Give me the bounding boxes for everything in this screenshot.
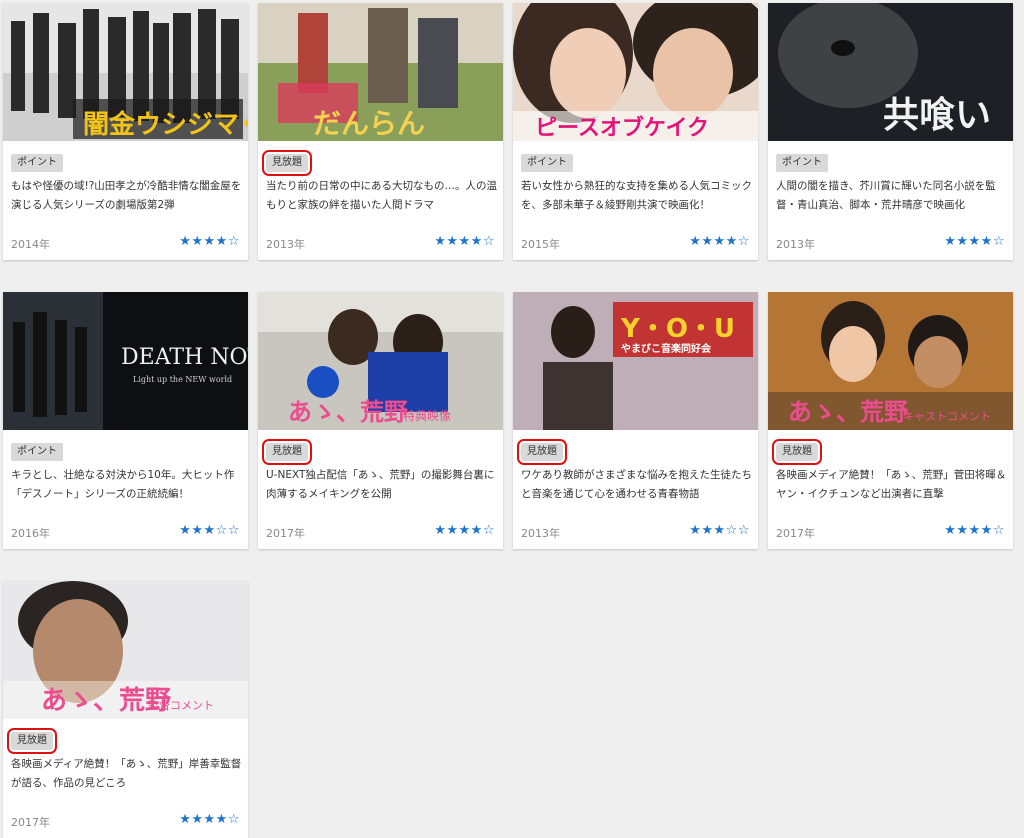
thumbnail-art: あゝ、荒野 キャストコメント: [768, 292, 1013, 430]
thumbnail-title: あゝ、荒野: [288, 397, 408, 426]
title-card[interactable]: DEATH NOTE Light up the NEW world ポイント キ…: [3, 292, 248, 549]
badge-unlimited: 見放題: [262, 150, 312, 176]
thumbnail-art: DEATH NOTE Light up the NEW world: [3, 292, 248, 430]
release-year: 2014年: [11, 238, 50, 251]
badge-unlimited: 見放題: [772, 439, 822, 465]
description: 各映画メディア絶賛！「あゝ、荒野」菅田将暉＆ヤン・イクチュンなど出演者に直撃: [776, 469, 1007, 500]
thumbnail-subtitle: 特典映像: [403, 408, 451, 423]
thumbnail[interactable]: あゝ、荒野 キャストコメント: [768, 292, 1013, 430]
thumbnail-title: 闇金ウシジマくん Part2: [83, 109, 248, 140]
thumbnail-art: あゝ、荒野 監督コメント: [3, 581, 248, 719]
title-card[interactable]: Y・O・U やまびこ音楽同好会 見放題 ワケあり教師がさまざまな悩みを抱えた生徒…: [513, 292, 758, 549]
badge-point: ポイント: [521, 154, 573, 172]
thumbnail[interactable]: あゝ、荒野 監督コメント: [3, 581, 248, 719]
rating-stars: ★★★★☆: [434, 234, 495, 249]
description: 若い女性から熱狂的な支持を集める人気コミックを、多部未華子＆綾野剛共演で映画化！: [521, 180, 752, 211]
thumbnail[interactable]: だんらん: [258, 3, 503, 141]
description: 当たり前の日常の中にある大切なもの…。人の温もりと家族の絆を描いた人間ドラマ: [266, 180, 497, 211]
description: キラとし、壮絶なる対決から10年。大ヒット作「デスノート」シリーズの正統続編！: [11, 469, 235, 500]
thumbnail-subtitle: キャストコメント: [903, 410, 991, 423]
badge-point: ポイント: [11, 154, 63, 172]
title-card[interactable]: 共喰い ポイント 人間の闇を描き、芥川賞に輝いた同名小説を監督・青山真治、脚本・…: [768, 3, 1013, 260]
release-year: 2016年: [11, 527, 50, 540]
description: U-NEXT独占配信「あゝ、荒野」の撮影舞台裏に肉薄するメイキングを公開: [266, 469, 495, 500]
thumbnail-title: 共喰い: [883, 94, 991, 136]
release-year: 2015年: [521, 238, 560, 251]
badge-unlimited: 見放題: [7, 728, 57, 754]
thumbnail[interactable]: あゝ、荒野 特典映像: [258, 292, 503, 430]
description: 各映画メディア絶賛！「あゝ、荒野」岸善幸監督が語る、作品の見どころ: [11, 758, 242, 789]
thumbnail-art: ピースオブケイク: [513, 3, 758, 141]
rating-stars: ★★★★☆: [944, 523, 1005, 538]
title-card[interactable]: あゝ、荒野 監督コメント 見放題 各映画メディア絶賛！「あゝ、荒野」岸善幸監督が…: [3, 581, 248, 838]
thumbnail-art: 闇金ウシジマくん Part2: [3, 3, 248, 141]
thumbnail[interactable]: ピースオブケイク: [513, 3, 758, 141]
thumbnail-subtitle: やまびこ音楽同好会: [621, 342, 711, 355]
thumbnail-title: あゝ、荒野: [788, 397, 908, 426]
description: もはや怪優の域!?山田孝之が冷酷非情な闇金屋を演じる人気シリーズの劇場版第2弾: [11, 180, 242, 211]
thumbnail-title: ピースオブケイク: [535, 115, 709, 141]
thumbnail-title: だんらん: [313, 107, 425, 140]
release-year: 2017年: [266, 527, 305, 540]
release-year: 2013年: [266, 238, 305, 251]
title-card[interactable]: だんらん 見放題 当たり前の日常の中にある大切なもの…。人の温もりと家族の絆を描…: [258, 3, 503, 260]
rating-stars: ★★★★☆: [179, 812, 240, 827]
description: ワケあり教師がさまざまな悩みを抱えた生徒たちと音楽を通じて心を通わせる青春物語: [521, 469, 752, 500]
thumbnail[interactable]: DEATH NOTE Light up the NEW world: [3, 292, 248, 430]
thumbnail-subtitle: 監督コメント: [148, 698, 214, 712]
thumbnail-art: 共喰い: [768, 3, 1013, 141]
title-card[interactable]: ピースオブケイク ポイント 若い女性から熱狂的な支持を集める人気コミックを、多部…: [513, 3, 758, 260]
rating-stars: ★★★★☆: [179, 234, 240, 249]
description: 人間の闇を描き、芥川賞に輝いた同名小説を監督・青山真治、脚本・荒井晴彦で映画化: [776, 180, 996, 211]
release-year: 2013年: [776, 238, 815, 251]
thumbnail-art: Y・O・U やまびこ音楽同好会: [513, 292, 758, 430]
badge-point: ポイント: [776, 154, 828, 172]
release-year: 2017年: [776, 527, 815, 540]
badge-unlimited: 見放題: [517, 439, 567, 465]
rating-stars: ★★★☆☆: [689, 523, 750, 538]
title-card[interactable]: 闇金ウシジマくん Part2 ポイント もはや怪優の域!?山田孝之が冷酷非情な闇…: [3, 3, 248, 260]
thumbnail[interactable]: 共喰い: [768, 3, 1013, 141]
rating-stars: ★★★★☆: [689, 234, 750, 249]
rating-stars: ★★★☆☆: [179, 523, 240, 538]
rating-stars: ★★★★☆: [944, 234, 1005, 249]
rating-stars: ★★★★☆: [434, 523, 495, 538]
thumbnail-subtitle: Light up the NEW world: [133, 375, 232, 384]
release-year: 2017年: [11, 816, 50, 829]
release-year: 2013年: [521, 527, 560, 540]
thumbnail-art: あゝ、荒野 特典映像: [258, 292, 503, 430]
thumbnail-title: Y・O・U: [620, 314, 735, 344]
badge-point: ポイント: [11, 443, 63, 461]
badge-unlimited: 見放題: [262, 439, 312, 465]
thumbnail-title: DEATH NOTE: [121, 345, 248, 370]
thumbnail[interactable]: 闇金ウシジマくん Part2: [3, 3, 248, 141]
thumbnail-art: だんらん: [258, 3, 503, 141]
title-card[interactable]: あゝ、荒野 キャストコメント 見放題 各映画メディア絶賛！「あゝ、荒野」菅田将暉…: [768, 292, 1013, 549]
title-card[interactable]: あゝ、荒野 特典映像 見放題 U-NEXT独占配信「あゝ、荒野」の撮影舞台裏に肉…: [258, 292, 503, 549]
thumbnail[interactable]: Y・O・U やまびこ音楽同好会: [513, 292, 758, 430]
